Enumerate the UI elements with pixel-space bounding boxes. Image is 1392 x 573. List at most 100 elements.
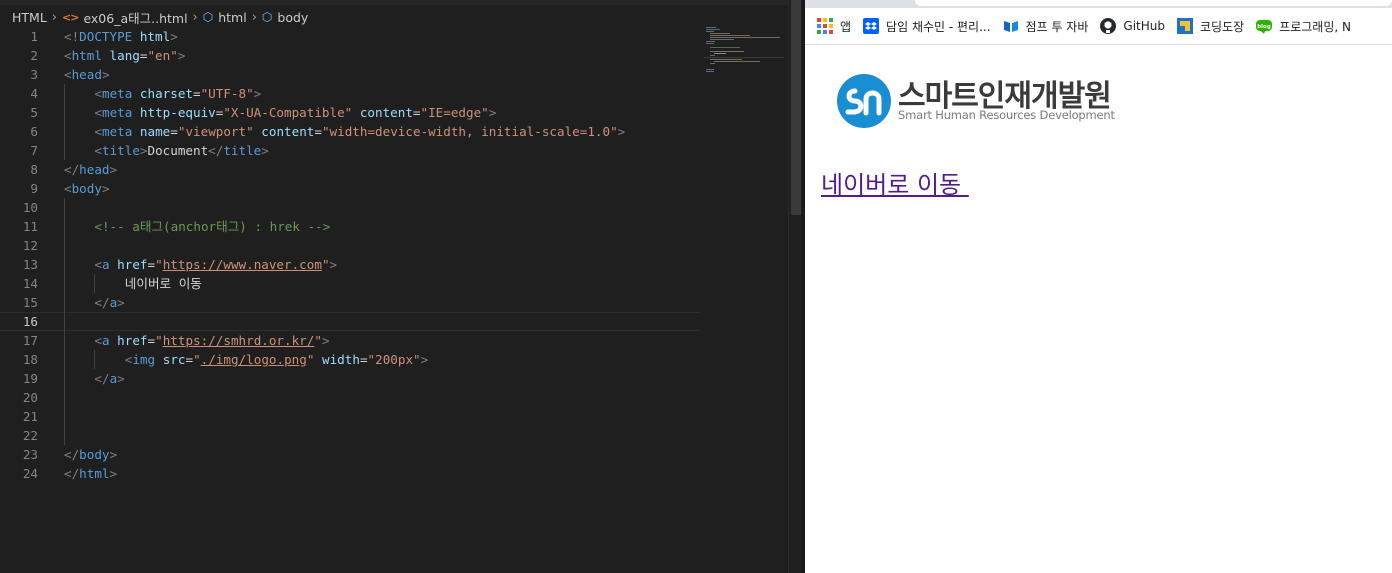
code-token: > [101,181,110,196]
code-line[interactable]: 20 [0,388,700,407]
code-text: </a> [94,369,124,388]
code-token: html [71,48,102,63]
line-number: 12 [22,238,38,253]
code-line[interactable]: 14 네이버로 이동 [0,274,700,293]
code-token: > [109,162,118,177]
code-line[interactable]: 21 [0,407,700,426]
apps-icon [817,18,833,34]
code-token: = [359,352,368,367]
code-text: <!DOCTYPE html> [64,27,178,46]
line-number: 2 [30,48,38,63]
code-line[interactable]: 16 [0,312,700,331]
code-editor[interactable]: HTML › <> ex06_a태그..html › ⬡ html › ⬡ bo… [0,0,803,573]
bookmark-programming[interactable]: blog 프로그래밍, N [1256,18,1351,35]
bookmarks-bar: 앱 담임 채수민 - 편리... 점프 투 자바 GitHub 코딩도장 blo… [805,8,1392,45]
code-line[interactable]: 2 <html lang="en"> [0,46,700,65]
code-token: = [147,257,156,272]
code-token: body [71,181,102,196]
code-line[interactable]: 7 <title>Document</title> [0,141,700,160]
breadcrumb-html[interactable]: html [218,10,246,25]
code-line[interactable]: 3 <head> [0,65,700,84]
breadcrumb-root[interactable]: HTML [12,10,47,25]
line-number: 23 [22,447,38,462]
breadcrumb-body[interactable]: body [277,10,308,25]
editor-scrollbar[interactable] [788,0,803,573]
line-number: 8 [30,162,38,177]
code-token: " [155,257,163,272]
breadcrumb-file[interactable]: ex06_a태그..html [83,8,187,27]
line-number: 16 [22,314,38,329]
indent-guide [64,236,65,255]
code-token: = [185,352,194,367]
bookmark-label: 점프 투 자바 [1025,19,1089,34]
naver-link[interactable]: 네이버로 이동 [821,165,969,200]
code-line[interactable]: 12 [0,236,700,255]
code-line[interactable]: 22 [0,426,700,445]
code-text: <body> [64,179,110,198]
code-token: < [64,67,72,82]
element-cube-icon: ⬡ [202,10,214,24]
code-line[interactable]: 11 <!-- a태그(anchor태그) : hrek --> [0,217,700,236]
indent-guide [64,388,65,407]
code-line[interactable]: 8 </head> [0,160,700,179]
code-line[interactable]: 24 </html> [0,464,700,483]
bookmark-jump-to-java[interactable]: 점프 투 자바 [1003,18,1089,35]
code-token: > [253,86,262,101]
indent-guide [64,274,65,293]
indent-guide [64,122,65,141]
minimap[interactable] [704,27,784,87]
code-token: width [322,352,360,367]
code-text: <meta name="viewport" content="width=dev… [94,122,625,141]
indent-guide [64,426,65,445]
bookmark-label: GitHub [1123,19,1165,33]
line-number: 4 [30,86,38,101]
code-token: " [321,257,330,272]
code-line[interactable]: 10 [0,198,700,217]
code-line[interactable]: 6 <meta name="viewport" content="width=de… [0,122,700,141]
code-line[interactable]: 9 <body> [0,179,700,198]
code-text: <html lang="en"> [64,46,185,65]
indent-guide [64,84,65,103]
editor-tab-strip [0,0,790,5]
code-token: > [170,29,178,44]
code-token: https://smhrd.or.kr/ [162,333,315,348]
codingdojang-icon [1176,18,1193,34]
code-text: <meta http-equiv = "X-UA-Compatible" conte… [94,103,496,122]
code-token: <! [64,29,80,44]
code-line[interactable]: 5 <meta http-equiv = "X-UA-Compatible" cont… [0,103,700,122]
breadcrumb: HTML › <> ex06_a태그..html › ⬡ html › ⬡ bo… [12,8,308,26]
bookmark-apps[interactable]: 앱 [817,18,851,35]
address-bar[interactable] [915,0,1392,6]
code-line[interactable]: 4 <meta charset="UTF-8"> [0,84,700,103]
bookmark-github[interactable]: GitHub [1100,18,1165,34]
code-token: name [139,124,171,139]
code-line[interactable]: 1 <!DOCTYPE html> [0,27,700,46]
code-token: content [261,124,315,139]
bookmark-dropbox[interactable]: 담임 채수민 - 편리... [863,18,991,35]
code-text: <meta charset="UTF-8"> [94,84,261,103]
code-line[interactable]: 13 <a href="https://www.naver.com"> [0,255,700,274]
code-token: < [94,143,102,158]
line-number: 5 [30,105,38,120]
code-token: "UTF-8" [200,86,254,101]
code-text: <title>Document</title> [94,141,268,160]
code-line[interactable]: 23 </body> [0,445,700,464]
bookmark-codingdojang[interactable]: 코딩도장 [1176,18,1244,35]
code-line[interactable]: 19 </a> [0,369,700,388]
line-number: 11 [22,219,38,234]
code-area[interactable]: 1 <!DOCTYPE html> 2 <html lang="en"> 3 <head>… [0,27,700,483]
code-token: " [314,333,322,348]
code-token: </ [208,143,224,158]
code-line[interactable]: 17 <a href="https://smhrd.or.kr/"> [0,331,700,350]
smhrd-logo-link[interactable]: 스마트인재개발원 Smart Human Resources Developme… [837,71,1117,131]
code-text: <a href="https://www.naver.com"> [94,255,337,274]
code-text: <img src="./img/logo.png" width="200px"> [125,350,428,369]
code-line[interactable]: 15 </a> [0,293,700,312]
indent-guide [94,274,96,293]
scrollbar-thumb[interactable] [791,0,801,215]
code-line[interactable]: 18 <img src="./img/logo.png" width="200px… [0,350,700,369]
